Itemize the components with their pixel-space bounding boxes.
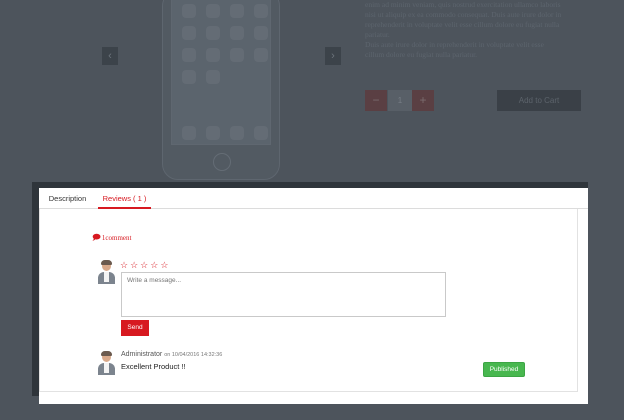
description-line: Duis aute irure dolor in reprehenderit i… — [365, 40, 544, 49]
gallery-prev-button[interactable]: ‹ — [102, 47, 118, 65]
description-line: enim ad minim veniam, quis nostrud exerc… — [365, 0, 561, 9]
gallery-next-button[interactable]: › — [325, 47, 341, 65]
send-button[interactable]: Send — [121, 320, 149, 336]
tab-description[interactable]: Description — [39, 188, 96, 209]
avatar — [96, 260, 116, 284]
quantity-increase-button[interactable]: + — [412, 90, 434, 111]
star-icon[interactable]: ☆ — [130, 260, 138, 270]
comment-icon: 🗩 — [92, 233, 101, 242]
review-date: on 10/04/2016 14:32:36 — [164, 352, 223, 358]
home-button-icon — [213, 153, 231, 171]
review-author-name: Administrator — [121, 351, 163, 358]
review-author: Administrator on 10/04/2016 14:32:36 — [121, 351, 222, 358]
description-line: pariatur. — [365, 30, 390, 39]
quantity-input[interactable]: 1 — [388, 90, 412, 111]
star-icon[interactable]: ☆ — [150, 260, 158, 270]
add-to-cart-button[interactable]: Add to Cart — [497, 90, 581, 111]
message-input[interactable] — [121, 272, 446, 317]
star-icon[interactable]: ☆ — [120, 260, 128, 270]
comment-count-label: 1comment — [101, 234, 132, 242]
description-line: nisi ut aliquip ex ea commodo consequat.… — [365, 10, 562, 19]
star-icon[interactable]: ☆ — [140, 260, 148, 270]
quantity-decrease-button[interactable]: − — [365, 90, 387, 111]
description-line: cillum dolore eu fugiat nulla pariatur. — [365, 50, 478, 59]
rating-stars[interactable]: ☆ ☆ ☆ ☆ ☆ — [120, 260, 168, 270]
star-icon[interactable]: ☆ — [160, 260, 168, 270]
reviewer-avatar — [96, 351, 116, 375]
tab-reviews[interactable]: Reviews ( 1 ) — [98, 188, 151, 209]
status-badge: Published — [483, 362, 525, 377]
review-text: Excellent Product !! — [121, 362, 186, 371]
reviews-modal: Description Reviews ( 1 ) 🗩1comment ☆ ☆ … — [39, 188, 588, 404]
comment-count: 🗩1comment — [92, 232, 131, 246]
product-description: enim ad minim veniam, quis nostrud exerc… — [365, 0, 595, 60]
product-image — [162, 0, 280, 180]
description-line: reprehenderit in voluptate velit esse ci… — [365, 20, 560, 29]
tab-bar: Description Reviews ( 1 ) — [39, 188, 588, 209]
